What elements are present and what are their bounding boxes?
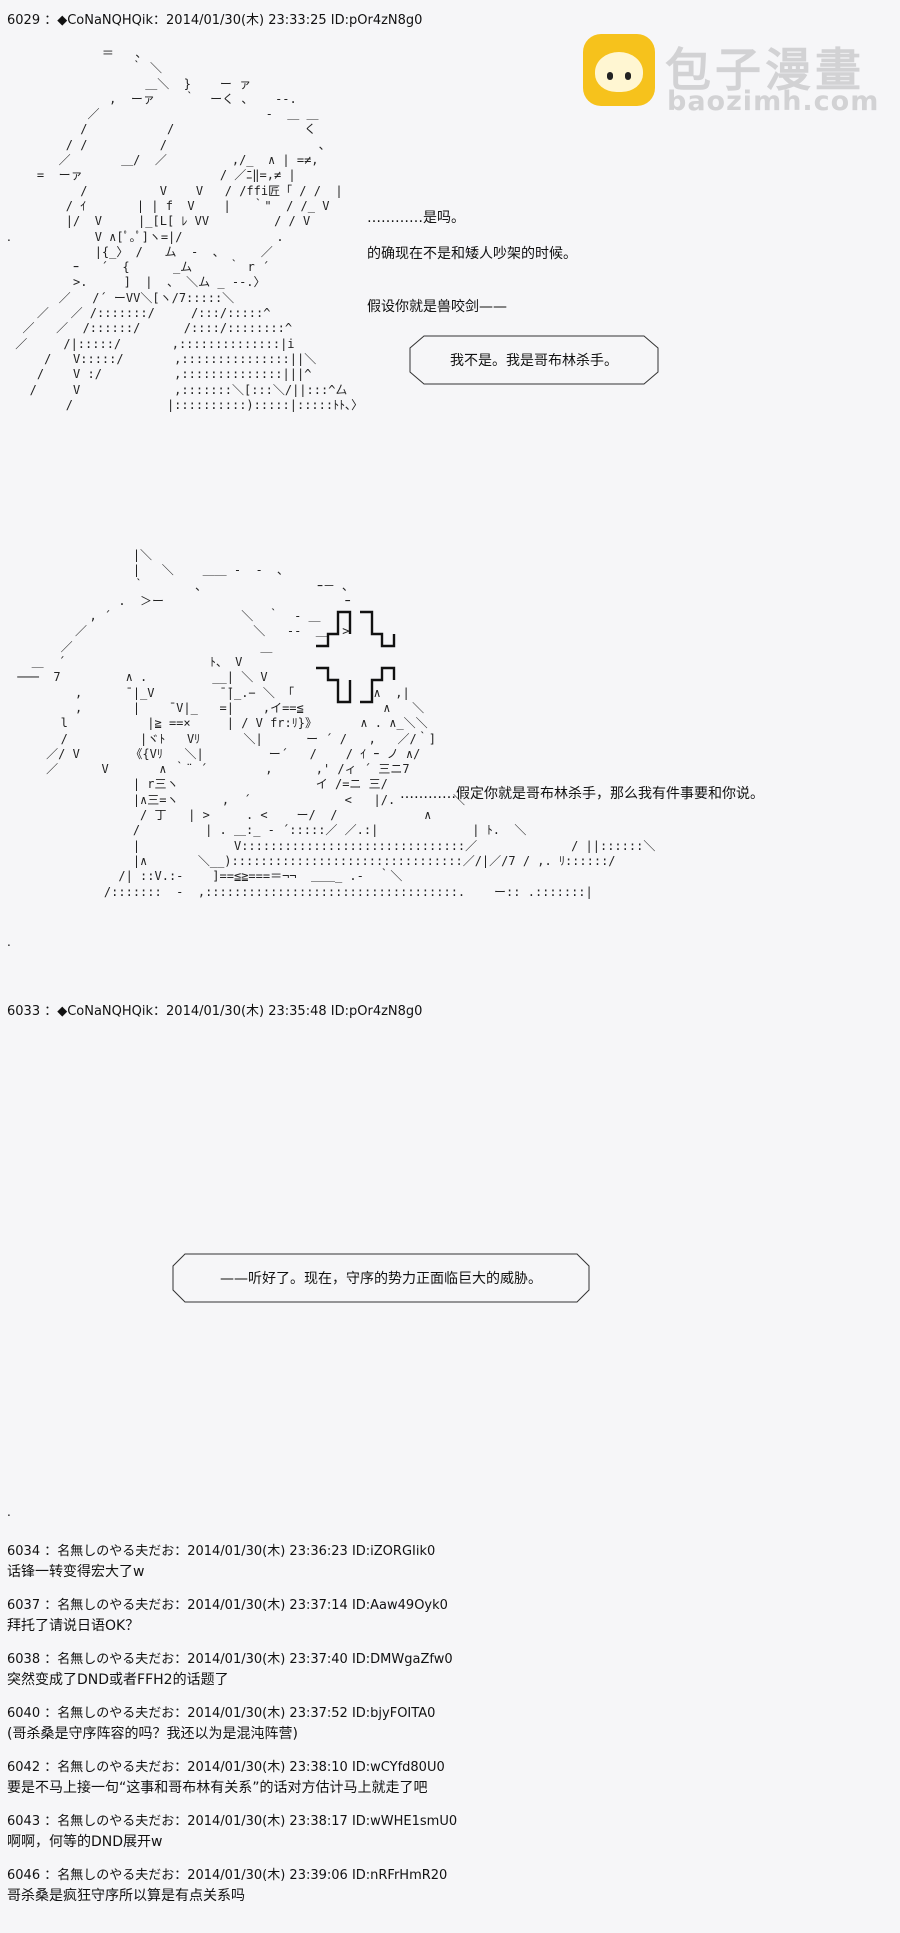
post-header: 6029 ：◆CoNaNQHQik：2014/01/30(木) 23:33:25… (7, 13, 423, 28)
anger-mark-icon (316, 610, 396, 704)
reply-header: 6038 ：名無しのやる夫だお：2014/01/30(木) 23:37:40 I… (7, 1652, 453, 1667)
dialogue-line: …………是吗。 (367, 210, 465, 226)
reply-post: 6038 ：名無しのやる夫だお：2014/01/30(木) 23:37:40 I… (7, 1648, 453, 1689)
reply-header: 6034 ：名無しのやる夫だお：2014/01/30(木) 23:36:23 I… (7, 1544, 436, 1559)
bubble-text: ——听好了。现在，守序的势力正面临巨大的威胁。 (220, 1271, 542, 1287)
post-header: 6033 ：◆CoNaNQHQik：2014/01/30(木) 23:35:48… (7, 1004, 423, 1019)
reply-header: 6037 ：名無しのやる夫だお：2014/01/30(木) 23:37:14 I… (7, 1598, 448, 1613)
bun-mascot-icon (583, 34, 655, 106)
speech-bubble: 我不是。我是哥布林杀手。 (409, 335, 659, 385)
reply-header: 6040 ：名無しのやる夫だお：2014/01/30(木) 23:37:52 I… (7, 1706, 436, 1721)
reply-body: 拜托了请说日语OK？ (7, 1618, 140, 1634)
reply-body: 突然变成了DND或者FFH2的话题了 (7, 1672, 229, 1688)
reply-body: 要是不马上接一句“这事和哥布林有关系”的话对方估计马上就走了吧 (7, 1780, 428, 1796)
reply-body: 话锋一转变得宏大了w (7, 1564, 145, 1580)
reply-post: 6043 ：名無しのやる夫だお：2014/01/30(木) 23:38:17 I… (7, 1810, 457, 1851)
speech-bubble: ——听好了。现在，守序的势力正面临巨大的威胁。 (172, 1253, 590, 1303)
dialogue-line: 假设你就是兽咬剑—— (367, 299, 507, 315)
ascii-art-figure: |＼ | ＼ ＿＿ - - ､ ｀ ､ ｰ－ ､ . ＞ー ｰ , ´ ＼ ｀ … (17, 548, 656, 899)
reply-header: 6042 ：名無しのやる夫だお：2014/01/30(木) 23:38:10 I… (7, 1760, 445, 1775)
watermark-logo: 包子漫畫 baozimh.com (583, 34, 883, 117)
bubble-text: 我不是。我是哥布林杀手。 (450, 353, 618, 369)
reply-body: 哥杀桑是疯狂守序所以算是有点关系吗 (7, 1888, 245, 1904)
reply-header: 6046 ：名無しのやる夫だお：2014/01/30(木) 23:39:06 I… (7, 1868, 448, 1883)
ascii-art-figure: ＝ ､ ｀ ＼ ＿＼ } ー ァ , ーァ ｀ ーく 、 ‐-. ／ - ＿ ＿… (15, 46, 364, 412)
reply-post: 6034 ：名無しのやる夫だお：2014/01/30(木) 23:36:23 I… (7, 1540, 435, 1581)
watermark-url: baozimh.com (667, 86, 880, 117)
reply-header: 6043 ：名無しのやる夫だお：2014/01/30(木) 23:38:17 I… (7, 1814, 458, 1829)
reply-post: 6042 ：名無しのやる夫だお：2014/01/30(木) 23:38:10 I… (7, 1756, 445, 1797)
dialogue-line: …………假定你就是哥布林杀手，那么我有件事要和你说。 (400, 786, 764, 802)
reply-post: 6040 ：名無しのやる夫だお：2014/01/30(木) 23:37:52 I… (7, 1702, 435, 1743)
reply-post: 6037 ：名無しのやる夫だお：2014/01/30(木) 23:37:14 I… (7, 1594, 448, 1635)
reply-body: (哥杀桑是守序阵容的吗？我还以为是混沌阵营) (7, 1726, 298, 1742)
dialogue-line: 的确现在不是和矮人吵架的时候。 (367, 246, 577, 262)
reply-post: 6046 ：名無しのやる夫だお：2014/01/30(木) 23:39:06 I… (7, 1864, 447, 1905)
reply-body: 啊啊，何等的DND展开w (7, 1834, 163, 1850)
